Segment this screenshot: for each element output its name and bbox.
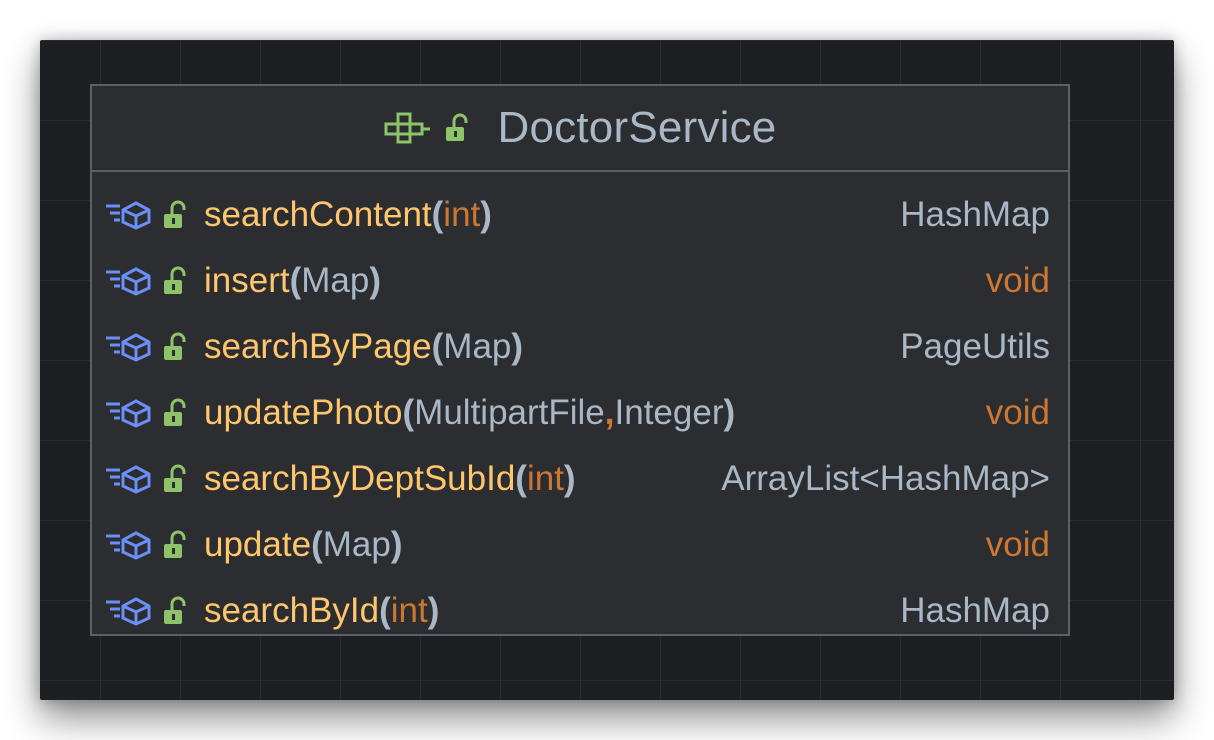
method-name: searchByPage	[204, 327, 432, 366]
close-paren: )	[563, 459, 576, 498]
method-name: searchById	[204, 591, 380, 630]
public-lock-icon	[162, 266, 190, 296]
abstract-method-icon	[104, 266, 154, 296]
public-lock-icon	[162, 200, 190, 230]
method-name: searchByDeptSubId	[204, 459, 516, 498]
parameter-type: Map	[443, 327, 512, 366]
return-type: ArrayList<HashMap>	[721, 459, 1050, 498]
close-paren: )	[511, 327, 524, 366]
public-lock-icon	[444, 113, 472, 143]
return-type: void	[985, 525, 1050, 564]
abstract-method-icon	[104, 200, 154, 230]
method-row[interactable]: searchById(int) HashMap	[92, 578, 1068, 644]
method-name: searchContent	[204, 195, 432, 234]
methods-list: searchContent(int) HashMap insert(Map) void…	[92, 172, 1068, 644]
uml-class-box[interactable]: DoctorService searchContent(int) HashMap i…	[90, 84, 1070, 636]
open-paren: (	[289, 261, 302, 300]
return-type: void	[985, 393, 1050, 432]
close-paren: )	[369, 261, 381, 300]
open-paren: (	[402, 393, 415, 432]
public-lock-icon	[162, 596, 190, 626]
param-separator: ,	[604, 393, 615, 432]
parameter-type: int	[526, 459, 564, 498]
class-name: DoctorService	[497, 103, 777, 152]
method-row[interactable]: searchByDeptSubId(int) ArrayList<HashMap>	[92, 446, 1068, 512]
public-lock-icon	[162, 530, 190, 560]
return-type: HashMap	[900, 195, 1050, 234]
parameter-type: Integer	[614, 393, 724, 432]
open-paren: (	[431, 195, 444, 234]
abstract-method-icon	[104, 332, 154, 362]
method-row[interactable]: updatePhoto(MultipartFile, Integer) void	[92, 380, 1068, 446]
method-name: insert	[204, 261, 290, 300]
open-paren: (	[379, 591, 391, 630]
close-paren: )	[427, 591, 440, 630]
abstract-method-icon	[104, 398, 154, 428]
method-icons	[104, 200, 190, 230]
method-icons	[104, 596, 190, 626]
close-paren: )	[480, 195, 492, 234]
open-paren: (	[431, 327, 444, 366]
close-paren: )	[390, 525, 403, 564]
interface-icon	[384, 112, 432, 144]
method-icons	[104, 332, 190, 362]
parameter-type: MultipartFile	[414, 393, 605, 432]
open-paren: (	[311, 525, 323, 564]
abstract-method-icon	[104, 464, 154, 494]
method-row[interactable]: searchContent(int) HashMap	[92, 182, 1068, 248]
close-paren: )	[723, 393, 736, 432]
method-name: update	[204, 525, 312, 564]
public-lock-icon	[162, 398, 190, 428]
method-icons	[104, 398, 190, 428]
method-icons	[104, 530, 190, 560]
method-icons	[104, 464, 190, 494]
parameter-type: int	[390, 591, 428, 630]
public-lock-icon	[162, 332, 190, 362]
open-paren: (	[515, 459, 527, 498]
parameter-type: int	[443, 195, 481, 234]
method-row[interactable]: update(Map) void	[92, 512, 1068, 578]
abstract-method-icon	[104, 596, 154, 626]
method-row[interactable]: insert(Map) void	[92, 248, 1068, 314]
abstract-method-icon	[104, 530, 154, 560]
parameter-type: Map	[322, 525, 391, 564]
public-lock-icon	[162, 464, 190, 494]
parameter-type: Map	[301, 261, 370, 300]
return-type: PageUtils	[900, 327, 1050, 366]
method-icons	[104, 266, 190, 296]
return-type: void	[985, 261, 1050, 300]
return-type: HashMap	[900, 591, 1050, 630]
class-header[interactable]: DoctorService	[92, 86, 1068, 172]
method-row[interactable]: searchByPage(Map) PageUtils	[92, 314, 1068, 380]
method-name: updatePhoto	[204, 393, 403, 432]
